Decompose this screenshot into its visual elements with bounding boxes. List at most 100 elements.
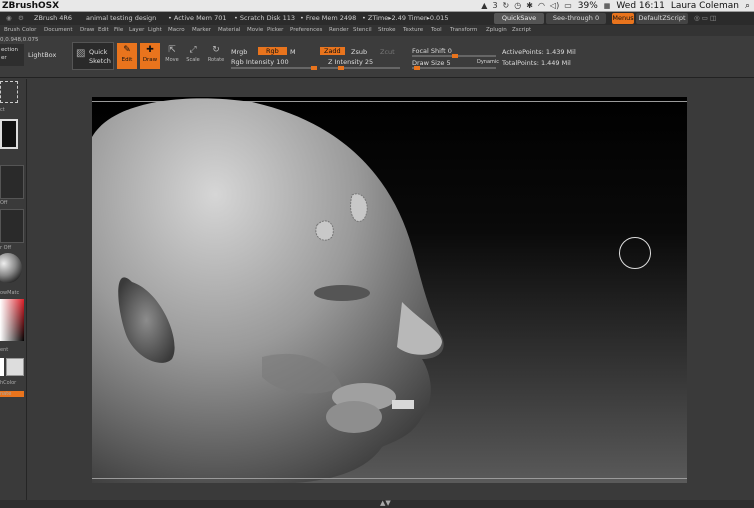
- mac-menubar: ZBrushOSX ▲ 3 ↻ ◷ ✱ ◠ ◁) ▭ 39% ▦ Wed 16:…: [0, 0, 754, 12]
- spotlight-icon[interactable]: ⌕: [745, 0, 750, 12]
- free-mem: • Free Mem 2498: [300, 14, 357, 22]
- secondary-color-swatch[interactable]: [6, 358, 24, 376]
- default-zscript-button[interactable]: DefaultZScript: [636, 13, 688, 24]
- rgb-button[interactable]: Rgb: [258, 47, 287, 55]
- dynamic-toggle[interactable]: Dynamic: [477, 59, 499, 65]
- menu-stroke[interactable]: Stroke: [378, 27, 396, 33]
- shelf-label-7[interactable]: nate: [0, 391, 24, 397]
- focal-shift-track[interactable]: [412, 54, 496, 58]
- shelf-label-2: Off: [0, 200, 8, 206]
- see-through-slider[interactable]: See-through 0: [546, 13, 606, 24]
- draw-button[interactable]: ✚ Draw: [140, 43, 160, 69]
- user-name[interactable]: Laura Coleman: [671, 0, 739, 12]
- menu-document[interactable]: Document: [44, 27, 73, 33]
- edit-label: Edit: [121, 57, 133, 63]
- menu-tool[interactable]: Tool: [431, 27, 442, 33]
- color-picker[interactable]: [0, 299, 24, 341]
- shelf-label-4: owMatc: [0, 290, 20, 296]
- move-button[interactable]: ⇱ Move: [163, 43, 181, 69]
- menu-stencil[interactable]: Stencil: [353, 27, 372, 33]
- projection-master-button[interactable]: ection er: [0, 44, 24, 66]
- menu-brush[interactable]: Brush: [4, 27, 20, 33]
- material-sphere[interactable]: [0, 253, 22, 283]
- focal-shift-fill: [452, 54, 458, 58]
- menu-macro[interactable]: Macro: [168, 27, 185, 33]
- zbrush-title-row: ◉ ⚙ ZBrush 4R6 animal testing design • A…: [0, 12, 754, 25]
- tray-badge: 3: [492, 1, 498, 10]
- adobe-icon[interactable]: ▲: [481, 0, 487, 12]
- lightbox-button[interactable]: LightBox: [28, 46, 56, 64]
- sync-icon[interactable]: ↻: [503, 0, 510, 12]
- top-toolbar: ection er 0,0.948,0.075 LightBox ▨ Quick…: [0, 36, 754, 78]
- zcut-button[interactable]: Zcut: [380, 48, 395, 56]
- menu-preferences[interactable]: Preferences: [290, 27, 322, 33]
- menu-layer[interactable]: Layer: [129, 27, 144, 33]
- focal-shift-slider[interactable]: Focal Shift 0: [412, 47, 452, 55]
- menu-render[interactable]: Render: [329, 27, 349, 33]
- draw-label: Draw: [142, 57, 158, 63]
- stroke-thumbnail[interactable]: [0, 119, 18, 149]
- battery-icon[interactable]: ▭: [564, 0, 572, 12]
- menu-picker[interactable]: Picker: [267, 27, 283, 33]
- quick-sketch-button[interactable]: ▨ Quick Sketch: [72, 42, 114, 70]
- menus-button[interactable]: Menus: [612, 13, 634, 24]
- bluetooth-icon[interactable]: ✱: [526, 0, 533, 12]
- menu-marker[interactable]: Marker: [192, 27, 211, 33]
- menu-material[interactable]: Material: [218, 27, 240, 33]
- tray-handle-icon[interactable]: ▲▼: [380, 499, 391, 507]
- time-machine-icon[interactable]: ◷: [514, 0, 521, 12]
- gear-icon[interactable]: ⚙: [18, 14, 24, 22]
- rotate-button[interactable]: ↻ Rotate: [206, 43, 226, 69]
- timer: Timer▸0.015: [408, 14, 449, 22]
- z-intensity-slider[interactable]: Z Intensity 25: [328, 58, 373, 66]
- rgb-intensity-track[interactable]: [231, 66, 317, 70]
- menu-texture[interactable]: Texture: [403, 27, 423, 33]
- wifi-icon[interactable]: ◠: [538, 0, 545, 12]
- zbrush-menu-row: Brush Color Document Draw Edit File Laye…: [0, 25, 754, 36]
- texture-thumbnail[interactable]: [0, 209, 24, 243]
- scale-label: Scale: [186, 57, 200, 63]
- total-points: TotalPoints: 1.449 Mil: [502, 59, 571, 67]
- draw-size-track[interactable]: [412, 66, 496, 70]
- menu-movie[interactable]: Movie: [247, 27, 263, 33]
- brow-bump-1: [315, 220, 334, 241]
- brush-thumbnail[interactable]: [0, 81, 18, 103]
- window-controls-icon[interactable]: ◎ ▭ ◫: [694, 14, 716, 22]
- document-canvas[interactable]: [92, 97, 687, 483]
- menu-edit[interactable]: Edit: [98, 27, 109, 33]
- zadd-button[interactable]: Zadd: [320, 47, 345, 55]
- menu-file[interactable]: File: [114, 27, 123, 33]
- menu-transform[interactable]: Transform: [450, 27, 477, 33]
- flag-icon[interactable]: ▦: [604, 0, 611, 12]
- alpha-thumbnail[interactable]: [0, 165, 24, 199]
- eye-shape: [314, 285, 370, 301]
- scale-button[interactable]: ⤢ Scale: [184, 43, 202, 69]
- rotate-label: Rotate: [207, 57, 225, 63]
- rgb-intensity-slider[interactable]: Rgb Intensity 100: [231, 58, 289, 66]
- menu-draw[interactable]: Draw: [80, 27, 94, 33]
- menu-zscript[interactable]: Zscript: [512, 27, 531, 33]
- main-color-swatch[interactable]: [0, 358, 4, 376]
- z-intensity-track[interactable]: [320, 66, 400, 70]
- edit-button[interactable]: ✎ Edit: [117, 43, 137, 69]
- teeth: [392, 400, 414, 409]
- m-button[interactable]: M: [290, 48, 296, 56]
- document-name: animal testing design: [86, 14, 157, 22]
- zsub-button[interactable]: Zsub: [351, 48, 367, 56]
- app-name[interactable]: ZBrushOSX: [2, 0, 59, 12]
- quick-sketch-icon: ▨: [76, 48, 86, 59]
- ztime: • ZTime▸2.49: [362, 14, 406, 22]
- coordinates-readout: 0,0.948,0.075: [0, 37, 39, 43]
- clock[interactable]: Wed 16:11: [616, 0, 664, 12]
- canvas-bottom-border: [92, 478, 687, 479]
- menu-color[interactable]: Color: [22, 27, 36, 33]
- draw-icon: ✚: [146, 45, 154, 55]
- menu-zplugin[interactable]: Zplugin: [486, 27, 507, 33]
- zbrush-version: ZBrush 4R6: [34, 14, 73, 22]
- active-points: ActivePoints: 1.439 Mil: [502, 48, 576, 56]
- menu-light[interactable]: Light: [148, 27, 162, 33]
- quick-sketch-label-2: Sketch: [89, 57, 111, 65]
- volume-icon[interactable]: ◁): [550, 0, 559, 12]
- mrgb-button[interactable]: Mrgb: [231, 48, 247, 56]
- quicksave-button[interactable]: QuickSave: [494, 13, 544, 24]
